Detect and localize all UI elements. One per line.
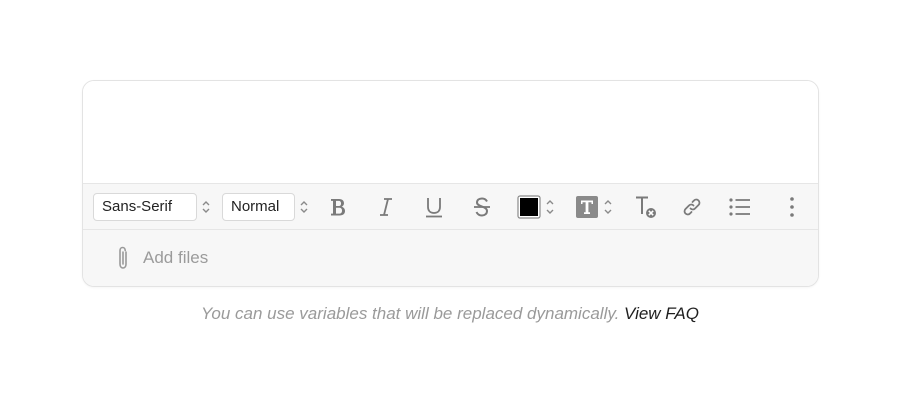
clear-format-icon <box>636 196 656 218</box>
message-editor: Sans-Serif Normal Add files <box>82 80 819 287</box>
font-size-select[interactable]: Normal <box>222 193 295 221</box>
italic-icon <box>380 198 392 216</box>
paperclip-icon <box>119 246 127 269</box>
font-family-select[interactable]: Sans-Serif <box>93 193 197 221</box>
editor-text-area[interactable] <box>83 81 818 183</box>
background-color-button[interactable] <box>573 192 617 222</box>
font-size-value: Normal <box>231 198 280 215</box>
variables-hint-text: You can use variables that will be repla… <box>201 304 620 323</box>
underline-button[interactable] <box>419 192 449 222</box>
text-color-icon <box>517 195 554 219</box>
font-family-chevron-icon[interactable] <box>201 197 211 217</box>
add-files-button[interactable]: Add files <box>115 245 208 271</box>
link-button[interactable] <box>677 192 707 222</box>
font-family-value: Sans-Serif <box>102 198 173 215</box>
formatting-toolbar: Sans-Serif Normal <box>83 183 818 230</box>
variables-hint: You can use variables that will be repla… <box>0 304 900 324</box>
bulleted-list-button[interactable] <box>725 192 755 222</box>
underline-icon <box>426 198 442 218</box>
link-icon <box>683 198 701 216</box>
bulleted-list-icon <box>729 198 750 216</box>
more-options-button[interactable] <box>777 192 807 222</box>
background-color-icon <box>576 196 612 218</box>
strikethrough-icon <box>474 197 490 217</box>
attachments-bar: Add files <box>83 230 818 286</box>
text-color-button[interactable] <box>515 192 559 222</box>
bold-button[interactable] <box>323 192 353 222</box>
view-faq-link[interactable]: View FAQ <box>624 304 699 323</box>
strikethrough-button[interactable] <box>467 192 497 222</box>
font-size-chevron-icon[interactable] <box>299 197 309 217</box>
italic-button[interactable] <box>371 192 401 222</box>
clear-format-button[interactable] <box>631 192 661 222</box>
more-options-icon <box>790 197 794 217</box>
bold-icon <box>331 199 345 216</box>
add-files-label: Add files <box>143 248 209 267</box>
